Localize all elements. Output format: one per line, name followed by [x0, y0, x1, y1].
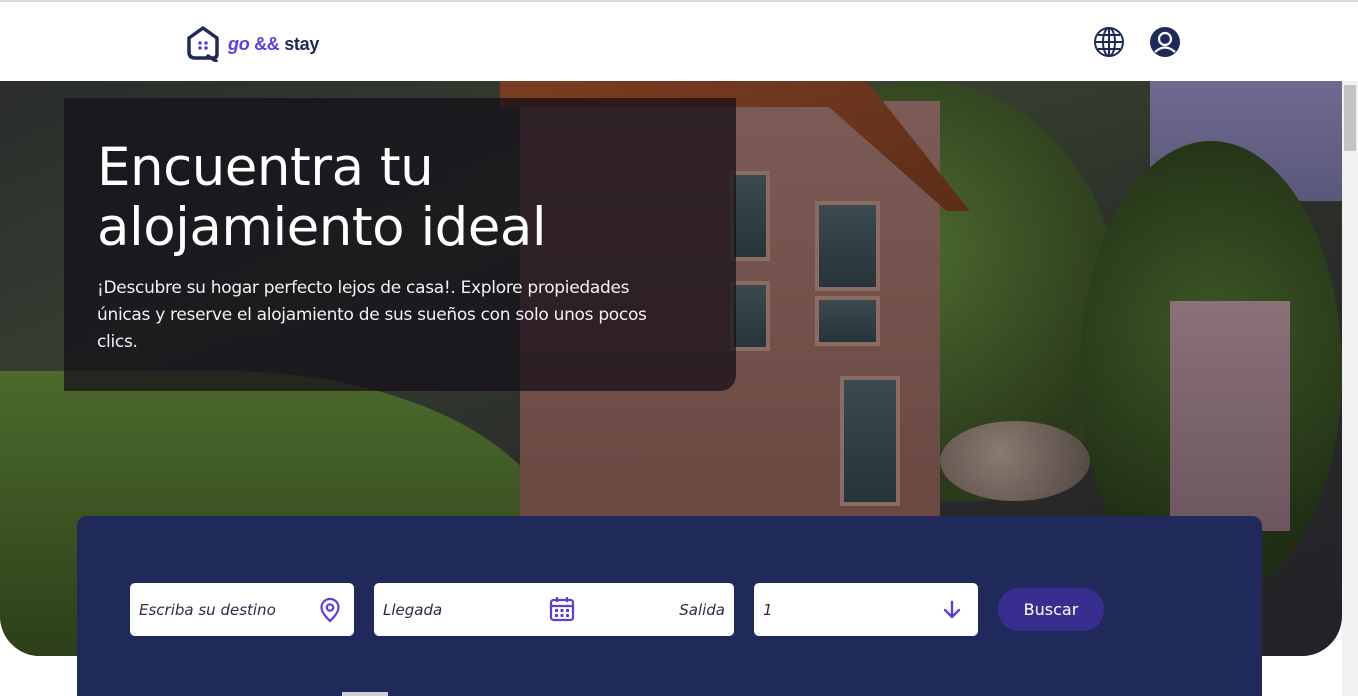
- page: go && stay Encuentra tu alojamiento idea…: [0, 0, 1358, 696]
- hero-subtitle: ¡Descubre su hogar perfecto lejos de cas…: [97, 278, 647, 352]
- map-pin-icon: [320, 597, 340, 622]
- destination-placeholder: Escriba su destino: [139, 600, 276, 619]
- guests-value: 1: [763, 600, 773, 619]
- page-scrollbar[interactable]: [1342, 81, 1358, 696]
- hero-rock: [940, 421, 1090, 501]
- hero-window: [815, 296, 880, 346]
- globe-icon: [1094, 27, 1124, 57]
- brand-word-stay: stay: [284, 33, 320, 54]
- brand-logo[interactable]: go && stay: [186, 26, 319, 62]
- brand-wordmark: go && stay: [228, 34, 319, 55]
- date-range-input[interactable]: Llegada Salida: [374, 583, 734, 636]
- hero-window: [730, 281, 770, 351]
- destination-input[interactable]: Escriba su destino: [130, 583, 354, 636]
- hero-neighbor-house: [1170, 301, 1290, 531]
- top-navbar: go && stay: [0, 2, 1342, 81]
- brand-word-go: go: [228, 33, 250, 54]
- hero-title: Encuentra tu alojamiento ideal: [97, 137, 547, 258]
- account-button[interactable]: [1148, 25, 1182, 59]
- scrollbar-thumb[interactable]: [1344, 85, 1356, 151]
- calendar-icon[interactable]: [549, 596, 575, 622]
- departure-placeholder[interactable]: Salida: [679, 601, 725, 619]
- arrow-down-icon[interactable]: [941, 599, 963, 621]
- house-logo-icon: [187, 26, 219, 62]
- user-circle-icon: [1150, 27, 1180, 57]
- language-button[interactable]: [1092, 25, 1126, 59]
- guests-select[interactable]: 1: [754, 583, 978, 636]
- horizontal-scroll-indicator: [342, 692, 388, 696]
- search-button[interactable]: Buscar: [998, 588, 1104, 631]
- hero-window: [840, 376, 900, 506]
- hero-window: [730, 171, 770, 261]
- brand-word-amp: &&: [254, 33, 280, 54]
- hero-window: [815, 201, 880, 291]
